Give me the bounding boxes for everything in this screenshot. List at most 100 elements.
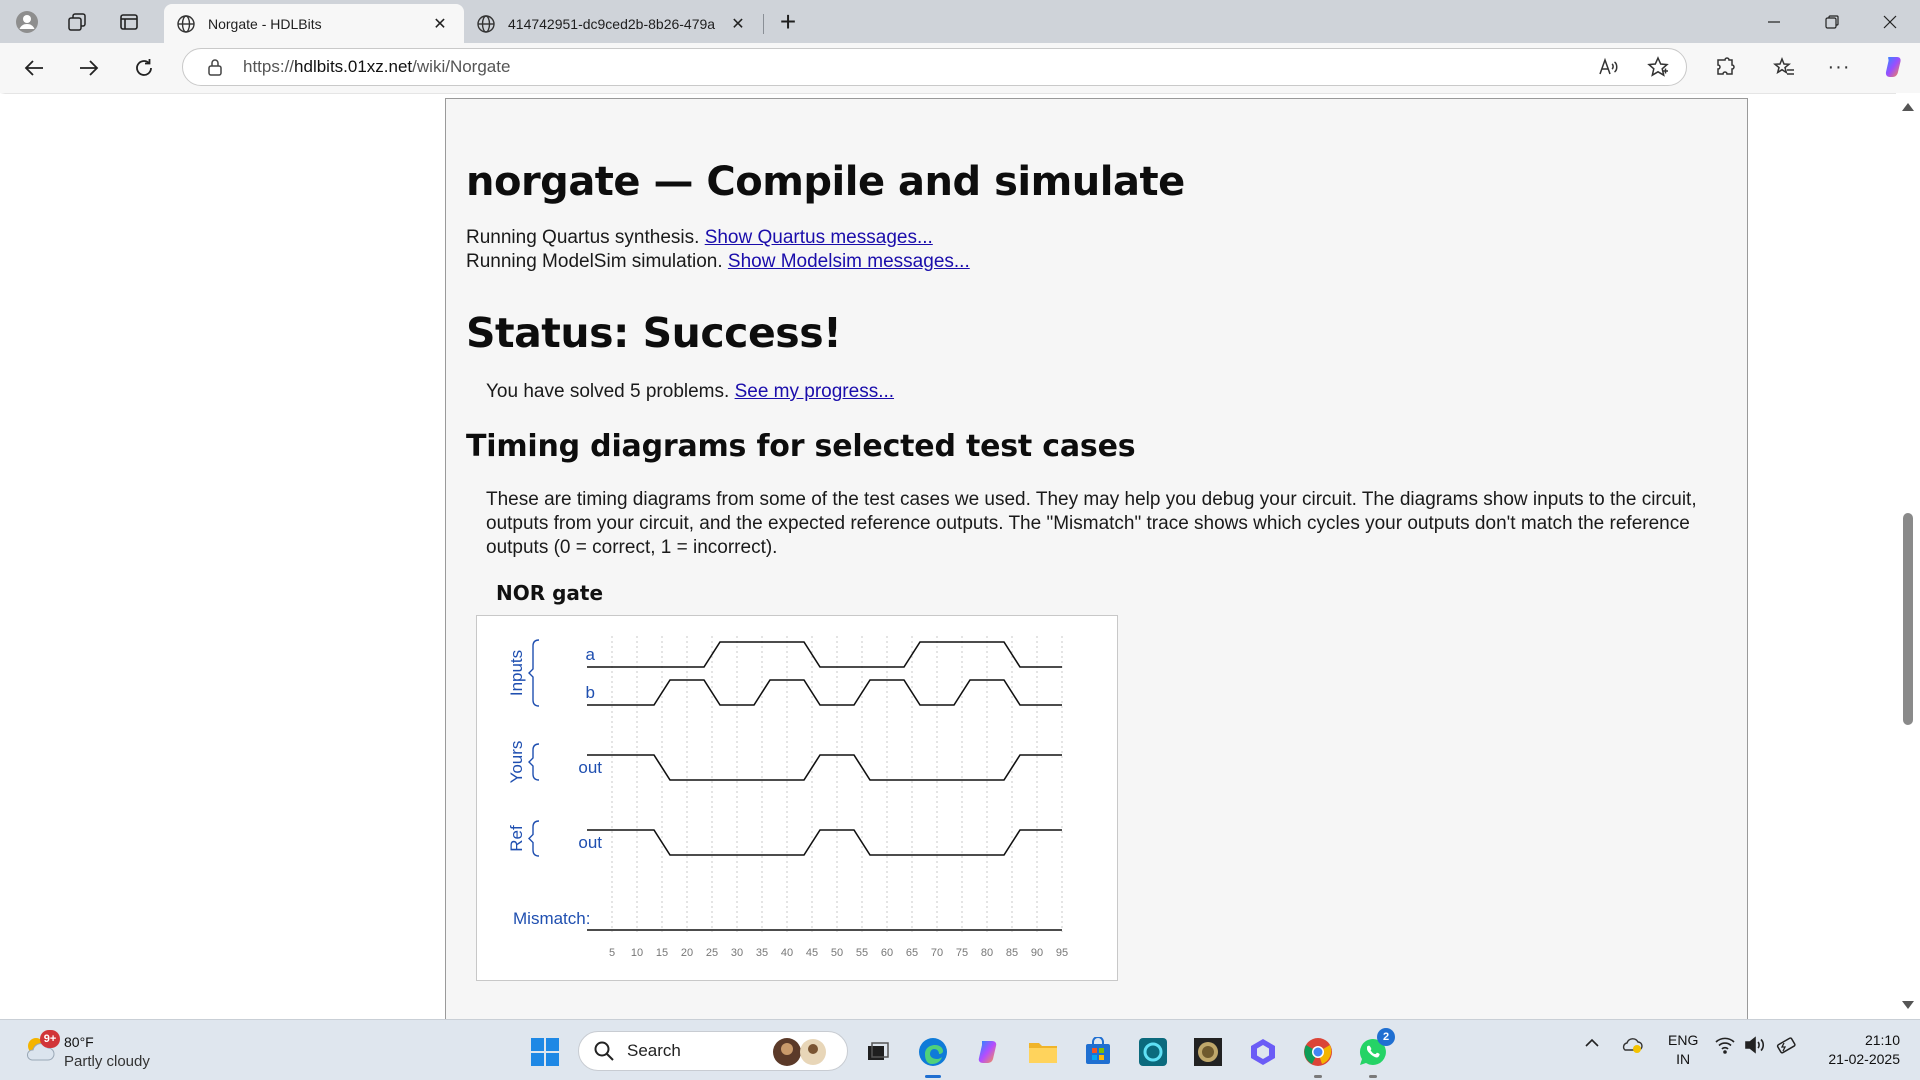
page-viewport: norgate — Compile and simulate Running Q… [0, 93, 1920, 1020]
volume-icon[interactable] [1744, 1036, 1766, 1058]
tab-divider [763, 14, 764, 34]
whatsapp-badge: 2 [1377, 1028, 1395, 1046]
x-tick-label: 90 [1031, 947, 1043, 959]
show-modelsim-messages-link[interactable]: Show Modelsim messages... [728, 251, 970, 272]
system-clock[interactable]: 21:10 21-02-2025 [1808, 1031, 1900, 1069]
more-options-icon[interactable]: ··· [1825, 53, 1853, 81]
cortana-app-icon[interactable] [1133, 1032, 1173, 1072]
quartus-status-text: Running Quartus synthesis. [466, 227, 700, 248]
favorites-icon[interactable] [1770, 53, 1798, 81]
diagram-caption: NOR gate [496, 581, 604, 605]
file-explorer-icon[interactable] [1023, 1032, 1063, 1072]
waveform-yours-out [587, 754, 1062, 781]
x-tick-label: 25 [706, 947, 718, 959]
globe-icon [177, 14, 195, 33]
app-icon-emblem[interactable] [1188, 1032, 1228, 1072]
browser-tab-bar: Norgate - HDLBits ✕ 414742951-dc9ced2b-8… [0, 0, 1920, 43]
copilot-icon[interactable] [1880, 53, 1908, 81]
group-label: Ref [507, 825, 526, 852]
onedrive-status-icon[interactable] [1620, 1034, 1644, 1060]
show-quartus-messages-link[interactable]: Show Quartus messages... [705, 227, 933, 248]
signal-label: out [578, 833, 602, 852]
battery-icon[interactable] [1775, 1036, 1799, 1058]
restore-button[interactable] [1804, 0, 1860, 43]
region-code: IN [1676, 1051, 1691, 1067]
edge-browser-icon[interactable] [913, 1032, 953, 1072]
microsoft-store-icon[interactable] [1078, 1032, 1118, 1072]
task-view-icon[interactable] [858, 1032, 898, 1072]
running-app-indicator [1369, 1075, 1377, 1078]
show-hidden-icons-chevron-icon[interactable] [1583, 1034, 1601, 1056]
x-tick-label: 20 [681, 947, 693, 959]
tab-title: Norgate - HDLBits [208, 15, 322, 32]
language-indicator[interactable]: ENG IN [1668, 1031, 1698, 1069]
clock-time: 21:10 [1864, 1032, 1900, 1048]
close-window-button[interactable] [1862, 0, 1918, 43]
address-bar[interactable]: https://hdlbits.01xz.net/wiki/Norgate [182, 48, 1687, 86]
x-tick-label: 60 [881, 947, 893, 959]
x-tick-label: 35 [756, 947, 768, 959]
tab-actions-icon[interactable] [113, 6, 145, 38]
search-icon [594, 1041, 614, 1061]
weather-temperature: 80°F [64, 1034, 94, 1050]
chrome-icon[interactable] [1298, 1032, 1338, 1072]
group-label: Yours [507, 741, 526, 784]
scroll-up-arrow[interactable] [1902, 103, 1914, 111]
lock-icon[interactable] [205, 57, 225, 77]
favorite-star-icon[interactable] [1644, 53, 1672, 81]
tab-norgate[interactable]: Norgate - HDLBits ✕ [164, 4, 464, 43]
taskbar-search-box[interactable]: Search [578, 1031, 848, 1071]
read-aloud-icon[interactable] [1594, 53, 1622, 81]
signal-label: a [586, 645, 596, 664]
signal-label: out [578, 758, 602, 777]
extensions-icon[interactable] [1711, 53, 1739, 81]
scroll-down-arrow[interactable] [1902, 1001, 1914, 1009]
weather-badge: 9+ [40, 1030, 60, 1048]
tab-title: 414742951-dc9ced2b-8b26-479a [508, 15, 716, 32]
close-tab-icon[interactable]: ✕ [726, 12, 750, 36]
x-tick-label: 80 [981, 947, 993, 959]
search-highlight-icon [773, 1038, 826, 1066]
active-app-indicator [925, 1075, 941, 1078]
timing-description: These are timing diagrams from some of t… [486, 489, 1697, 558]
signal-label: Mismatch: [513, 909, 590, 928]
x-tick-label: 65 [906, 947, 918, 959]
minimize-button[interactable] [1746, 0, 1802, 43]
modelsim-status-text: Running ModelSim simulation. [466, 251, 723, 272]
group-bracket [528, 743, 540, 781]
scrollbar-thumb[interactable] [1903, 513, 1913, 725]
close-tab-icon[interactable]: ✕ [428, 12, 452, 36]
profile-icon[interactable] [11, 6, 43, 38]
whatsapp-icon[interactable]: 2 [1353, 1028, 1395, 1072]
page-title: norgate — Compile and simulate [466, 159, 1185, 205]
x-tick-label: 15 [656, 947, 668, 959]
refresh-button[interactable] [126, 50, 162, 86]
weather-condition: Partly cloudy [64, 1053, 150, 1070]
url-text[interactable]: https://hdlbits.01xz.net/wiki/Norgate [243, 57, 510, 77]
forward-button[interactable] [71, 50, 107, 86]
new-tab-button[interactable]: + [772, 6, 804, 38]
waveform-inputs-b [587, 679, 1062, 706]
weather-widget[interactable]: 9+ 80°F Partly cloudy [22, 1030, 192, 1072]
x-tick-label: 55 [856, 947, 868, 959]
office-app-icon[interactable] [1243, 1032, 1283, 1072]
x-tick-label: 75 [956, 947, 968, 959]
wifi-icon[interactable] [1714, 1036, 1736, 1058]
tab-second[interactable]: 414742951-dc9ced2b-8b26-479a ✕ [464, 4, 762, 43]
see-my-progress-link[interactable]: See my progress... [735, 381, 894, 402]
timing-diagram-svg: 5 10 15 20 25 30 35 40 45 50 55 60 65 70 75 80 85 90 95 ab o… [507, 636, 1068, 959]
copilot-app-icon[interactable] [968, 1032, 1008, 1072]
workspaces-icon[interactable] [61, 6, 93, 38]
vertical-scrollbar[interactable] [1896, 93, 1920, 1019]
signal-label: b [586, 683, 595, 702]
x-tick-label: 45 [806, 947, 818, 959]
back-button[interactable] [16, 50, 52, 86]
start-button[interactable] [525, 1032, 565, 1072]
x-tick-label: 70 [931, 947, 943, 959]
x-tick-label: 40 [781, 947, 793, 959]
clock-date: 21-02-2025 [1828, 1051, 1900, 1067]
group-bracket [528, 820, 540, 857]
globe-icon [477, 14, 495, 33]
group-bracket [528, 639, 540, 707]
x-tick-label: 30 [731, 947, 743, 959]
